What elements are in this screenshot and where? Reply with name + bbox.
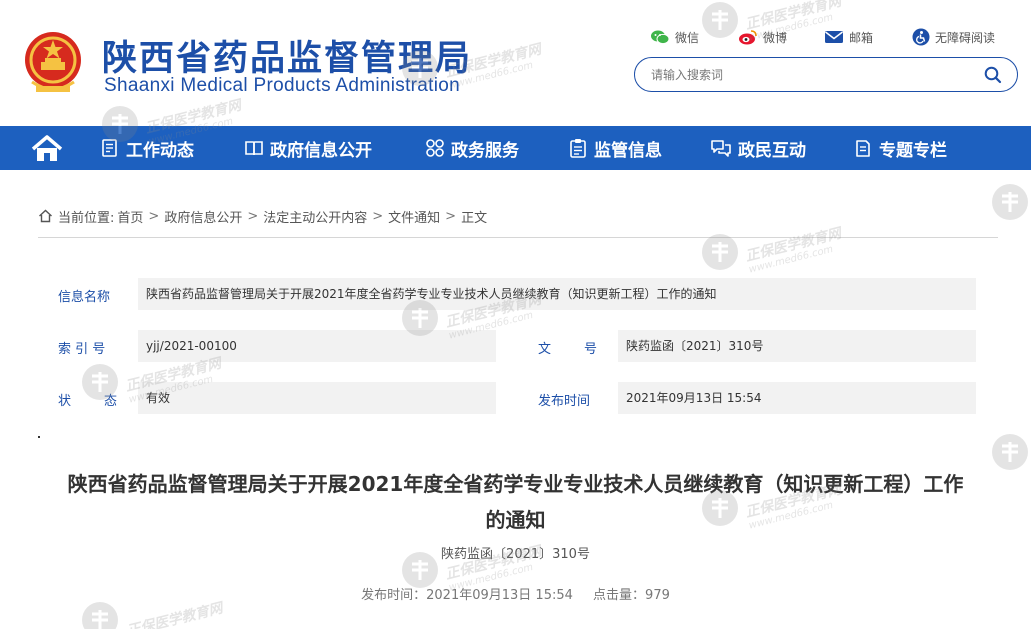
document-icon — [102, 139, 117, 157]
info-docno-label: 文 号 — [538, 342, 598, 357]
weibo-link[interactable]: 微博 — [738, 26, 787, 48]
site-title: 陕西省药品监督管理局 — [102, 39, 473, 79]
home-icon — [31, 135, 63, 161]
info-index-label: 索 引 号 — [58, 342, 106, 357]
watermark — [990, 182, 1030, 222]
note-icon — [856, 140, 870, 157]
wechat-label: 微信 — [675, 30, 700, 45]
article-doc-number: 陕药监函〔2021〕310号 — [441, 547, 590, 562]
nav-label: 工作动态 — [126, 140, 194, 161]
watermark-logo-icon — [992, 184, 1028, 220]
breadcrumb-separator: > — [148, 208, 160, 224]
watermark-logo-icon — [82, 602, 118, 629]
top-links: 微信 微博 邮箱 无障碍阅读 — [650, 26, 1020, 48]
watermark-logo-icon — [702, 234, 738, 270]
search-button[interactable] — [981, 64, 1005, 86]
search-icon — [984, 66, 1002, 84]
info-status-label: 状 态 — [58, 394, 118, 409]
nav-item-interaction[interactable]: 政民互动 — [710, 126, 806, 170]
accessibility-label: 无障碍阅读 — [935, 30, 996, 45]
accessibility-link[interactable]: 无障碍阅读 — [912, 26, 995, 48]
watermark-cn: 正保医学教育网 — [743, 225, 843, 265]
article-meta: 发布时间：2021年09月13日 15:54 点击量：979 — [0, 584, 1031, 603]
watermark: 正保医学教育网 — [80, 600, 224, 629]
info-docno-value: 陕药监函〔2021〕310号 — [618, 330, 976, 362]
watermark — [990, 432, 1030, 472]
info-date-value: 2021年09月13日 15:54 — [618, 382, 976, 414]
breadcrumb-gov-info[interactable]: 政府信息公开 — [164, 207, 242, 226]
nav-label: 监管信息 — [594, 140, 662, 161]
nav-home[interactable] — [30, 134, 64, 164]
stray-dot — [38, 436, 40, 438]
grid-icon — [426, 139, 444, 157]
info-status-value: 有效 — [138, 382, 496, 414]
nav-label: 政务服务 — [451, 140, 519, 161]
search-input[interactable] — [651, 64, 971, 86]
wechat-link[interactable]: 微信 — [650, 26, 699, 48]
info-index-value: yjj/2021-00100 — [138, 330, 496, 362]
watermark-cn: 正保医学教育网 — [125, 599, 225, 629]
weibo-label: 微博 — [763, 30, 788, 45]
watermark-logo-icon — [992, 434, 1028, 470]
chat-icon — [711, 140, 731, 157]
watermark: 正保医学教育网 www.med66.com — [700, 226, 844, 275]
breadcrumb-home[interactable]: 首页 — [117, 207, 143, 226]
breadcrumb-separator: > — [445, 208, 457, 224]
national-emblem-icon — [25, 32, 81, 92]
breadcrumb-separator: > — [247, 208, 259, 224]
breadcrumb-prefix: 当前位置: — [58, 210, 115, 226]
article-title: 陕西省药品监督管理局关于开展2021年度全省药学专业专业技术人员继续教育（知识更… — [67, 472, 964, 532]
info-name-label: 信息名称 — [58, 290, 111, 305]
book-icon — [245, 141, 263, 156]
breadcrumb-divider — [38, 237, 998, 238]
mail-icon — [825, 31, 843, 43]
publish-time-value: 2021年09月13日 15:54 — [426, 588, 573, 603]
weibo-icon — [739, 30, 757, 45]
breadcrumb-current: 正文 — [461, 210, 488, 226]
nav-item-gov-services[interactable]: 政务服务 — [425, 126, 519, 170]
nav-item-special-topics[interactable]: 专题专栏 — [853, 126, 947, 170]
home-icon — [39, 209, 52, 223]
watermark-en: www.med66.com — [747, 243, 835, 276]
site-subtitle: Shaanxi Medical Products Administration — [104, 75, 460, 96]
nav-label: 政民互动 — [738, 140, 806, 161]
wechat-icon — [651, 30, 670, 45]
breadcrumb: 当前位置: 首页 > 政府信息公开 > 法定主动公开内容 > 文件通知 > 正文 — [38, 206, 487, 226]
search-box — [634, 57, 1018, 92]
breadcrumb-notices[interactable]: 文件通知 — [388, 207, 440, 226]
nav-label: 政府信息公开 — [270, 140, 372, 161]
site-header: 陕西省药品监督管理局 Shaanxi Medical Products Admi… — [0, 0, 1031, 126]
nav-label: 专题专栏 — [879, 140, 947, 161]
mail-label: 邮箱 — [849, 30, 874, 45]
views-label: 点击量： — [593, 588, 646, 603]
clipboard-icon — [570, 139, 586, 158]
nav-item-work-news[interactable]: 工作动态 — [100, 126, 194, 170]
info-name-value: 陕西省药品监督管理局关于开展2021年度全省药学专业专业技术人员继续教育（知识更… — [138, 278, 976, 310]
mail-link[interactable]: 邮箱 — [824, 26, 873, 48]
main-nav: 工作动态 政府信息公开 政务服务 监管信息 政民互动 专题专栏 — [0, 126, 1031, 170]
breadcrumb-public-content[interactable]: 法定主动公开内容 — [263, 207, 367, 226]
nav-item-regulatory-info[interactable]: 监管信息 — [568, 126, 662, 170]
accessibility-icon — [912, 28, 930, 46]
info-date-label: 发布时间 — [538, 394, 591, 409]
publish-time-label: 发布时间： — [361, 588, 427, 603]
views-count: 979 — [645, 588, 670, 603]
nav-item-gov-info[interactable]: 政府信息公开 — [244, 126, 372, 170]
breadcrumb-separator: > — [372, 208, 384, 224]
